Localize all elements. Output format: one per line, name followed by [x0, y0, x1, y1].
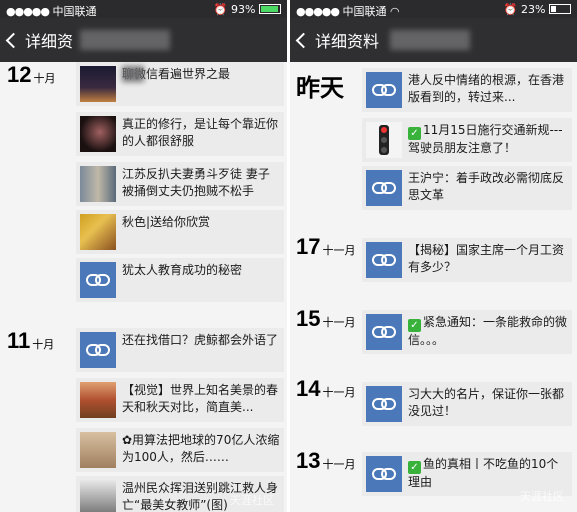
item-title: ✓ 鱼的真相丨不吃鱼的10个理由 — [408, 457, 559, 489]
signal-dots: ●●●●● — [296, 5, 340, 18]
list-item[interactable]: 王沪宁：着手政改必需彻底反思文革 — [362, 166, 572, 210]
item-title: 【视觉】世界上知名美景的春天和秋天对比，简直美... — [122, 383, 279, 414]
item-title: 犹太人教育成功的秘密 — [122, 263, 243, 277]
item-title: 习大大的名片，保证你一张都没见过！ — [408, 387, 565, 418]
item-title: 港人反中情绪的根源，在香港版看到的，转过来... — [408, 73, 565, 104]
status-bar: ●●●●● 中国联通 ◠ ⏰ 23% — [290, 0, 577, 18]
photo-thumbnail — [80, 432, 116, 468]
watermark: 天涯社区 — [520, 490, 564, 503]
nav-title: 详细资 — [25, 32, 74, 51]
check-icon: ✓ — [408, 127, 421, 140]
list-item[interactable]: 真正的修行，是让每个靠近你的人都很舒服 — [76, 112, 284, 156]
link-icon — [366, 456, 402, 492]
item-title: 【揭秘】国家主席一个月工资有多少？ — [408, 243, 565, 274]
watermark: 天涯社区 — [230, 494, 274, 507]
item-title: 王沪宁：着手政改必需彻底反思文革 — [408, 171, 565, 202]
list-item[interactable]: 【视觉】世界上知名美景的春天和秋天对比，简直美... — [76, 378, 284, 422]
item-title: ✿用算法把地球的70亿人浓缩为100人，然后…… — [122, 433, 280, 464]
carrier-label: 中国联通 — [52, 5, 97, 18]
item-title: 真正的修行，是让每个靠近你的人都很舒服 — [122, 117, 279, 148]
link-icon — [366, 314, 402, 350]
link-icon — [366, 386, 402, 422]
item-title: 聊微信看遍世界之最 — [122, 67, 231, 81]
chevron-left-icon — [295, 32, 312, 49]
list-item[interactable]: ✿用算法把地球的70亿人浓缩为100人，然后…… — [76, 428, 284, 472]
traffic-light-icon — [366, 122, 402, 158]
list-item[interactable]: 聊微信看遍世界之最 — [76, 62, 284, 106]
carrier-label: 中国联通 — [342, 5, 387, 18]
nav-bar: 详细资 — [0, 18, 287, 62]
battery-percent: 23% — [521, 3, 546, 16]
back-button[interactable]: 详细资 — [5, 28, 74, 52]
list-item[interactable]: 还在找借口？虎鲸都会外语了 — [76, 328, 284, 372]
item-title: 秋色|送给你欣赏 — [122, 215, 211, 229]
photo-thumbnail — [80, 166, 116, 202]
status-bar: ●●●●● 中国联通 ⏰ 93% — [0, 0, 287, 18]
date-label: 17 十一月 — [296, 234, 356, 259]
redacted-text — [122, 66, 144, 82]
battery-icon — [549, 4, 571, 14]
photo-thumbnail — [80, 214, 116, 250]
signal-dots: ●●●●● — [6, 5, 50, 18]
chevron-left-icon — [5, 32, 22, 49]
alarm-icon: ⏰ — [213, 3, 228, 16]
item-title: 江苏反扒夫妻勇斗歹徒 妻子被捅倒丈夫仍抱贼不松手 — [122, 167, 270, 198]
nav-bar: 详细资料 — [290, 18, 577, 62]
date-label: 14 十一月 — [296, 376, 356, 401]
list-item[interactable]: ✓ 紧急通知：一条能救命的微信。。。 — [362, 310, 572, 354]
photo-thumbnail — [80, 480, 116, 512]
photo-thumbnail — [80, 116, 116, 152]
battery-percent: 93% — [231, 3, 256, 16]
date-label: 11 十月 — [7, 328, 55, 353]
check-icon: ✓ — [408, 461, 421, 474]
list-item[interactable]: 秋色|送给你欣赏 — [76, 210, 284, 254]
nav-title: 详细资料 — [315, 32, 380, 51]
link-icon — [366, 170, 402, 206]
link-icon — [366, 242, 402, 278]
list-item[interactable]: ✓ 11月15日施行交通新规---驾驶员朋友注意了！ — [362, 118, 572, 162]
back-button[interactable]: 详细资料 — [295, 28, 380, 52]
date-label: 昨天 — [296, 75, 344, 102]
list-item[interactable]: 【揭秘】国家主席一个月工资有多少？ — [362, 238, 572, 282]
right-screen: ●●●●● 中国联通 ◠ ⏰ 23% 详细资料 昨天 17 十一月 15 十一月 1… — [290, 0, 577, 512]
date-label: 12 十月 — [7, 62, 56, 87]
date-label: 15 十一月 — [296, 306, 356, 331]
list-item[interactable]: 犹太人教育成功的秘密 — [76, 258, 284, 302]
item-title: ✓ 紧急通知：一条能救命的微信。。。 — [408, 315, 568, 347]
link-icon — [80, 262, 116, 298]
left-screen: ●●●●● 中国联通 ⏰ 93% 详细资 12 十月 11 十月 聊微信看遍世界之最… — [0, 0, 287, 512]
wifi-icon: ◠ — [390, 5, 400, 18]
photo-thumbnail — [80, 382, 116, 418]
check-icon: ✓ — [408, 319, 421, 332]
link-icon — [80, 332, 116, 368]
battery-icon — [259, 4, 281, 14]
item-title: 还在找借口？虎鲸都会外语了 — [122, 333, 279, 347]
list-item[interactable]: 习大大的名片，保证你一张都没见过！ — [362, 382, 572, 426]
redacted-name — [390, 30, 470, 50]
item-title: ✓ 11月15日施行交通新规---驾驶员朋友注意了！ — [408, 123, 563, 155]
link-icon — [366, 72, 402, 108]
city-thumbnail — [80, 66, 116, 102]
list-item[interactable]: 港人反中情绪的根源，在香港版看到的，转过来... — [362, 68, 572, 112]
list-item[interactable]: 江苏反扒夫妻勇斗歹徒 妻子被捅倒丈夫仍抱贼不松手 — [76, 162, 284, 206]
alarm-icon: ⏰ — [503, 3, 518, 16]
date-label: 13 十一月 — [296, 448, 356, 473]
redacted-name — [80, 30, 170, 50]
